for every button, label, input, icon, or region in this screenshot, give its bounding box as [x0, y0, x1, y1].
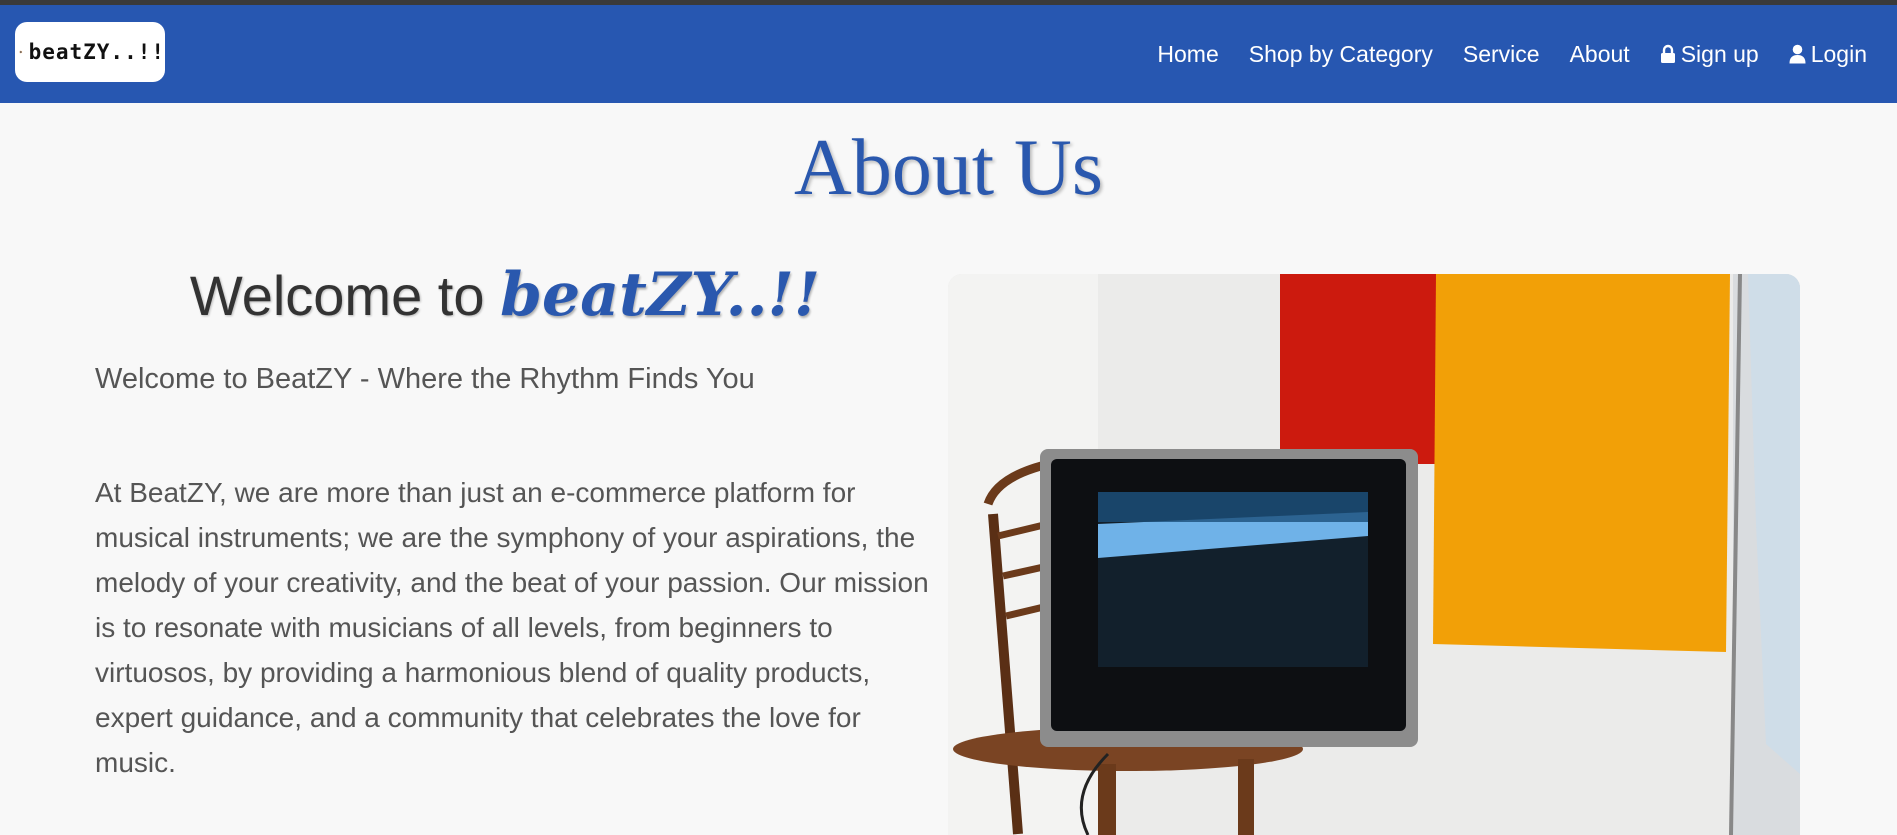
welcome-heading: Welcome to beatZY..!!	[95, 255, 915, 336]
nav-shop-label: Shop by Category	[1248, 40, 1433, 67]
user-icon	[1789, 44, 1806, 64]
nav-login-label: Login	[1810, 40, 1867, 67]
nav-home-label: Home	[1157, 40, 1219, 67]
about-subtitle: Welcome to BeatZY - Where the Rhythm Fin…	[95, 363, 755, 395]
nav-service-label: Service	[1462, 40, 1540, 67]
page-title: About Us	[794, 124, 1103, 212]
nav-service[interactable]: Service	[1463, 41, 1540, 68]
brand-logo[interactable]: beatZY..!!	[15, 22, 165, 82]
nav-home[interactable]: Home	[1157, 41, 1218, 68]
nav-sign-up-label: Sign up	[1680, 40, 1759, 67]
nav-shop-by-category[interactable]: Shop by Category	[1249, 41, 1433, 68]
navbar: beatZY..!! Home Shop by Category Service…	[0, 5, 1897, 103]
brand-name: beatZY..!!	[500, 260, 821, 330]
nav-about[interactable]: About	[1570, 41, 1630, 68]
lock-icon	[1660, 44, 1675, 63]
nav-about-label: About	[1569, 40, 1630, 67]
welcome-prefix: Welcome to	[189, 264, 485, 327]
about-image	[948, 274, 1800, 835]
nav-links: Home Shop by Category Service About Sign…	[1157, 5, 1867, 103]
about-body-text: At BeatZY, we are more than just an e-co…	[95, 477, 929, 778]
about-photo-illustration	[948, 274, 1800, 835]
nav-sign-up[interactable]: Sign up	[1660, 41, 1759, 68]
brand-logo-text: beatZY..!!	[28, 40, 165, 64]
nav-login[interactable]: Login	[1789, 41, 1867, 68]
brand-logo-icon	[19, 50, 23, 54]
